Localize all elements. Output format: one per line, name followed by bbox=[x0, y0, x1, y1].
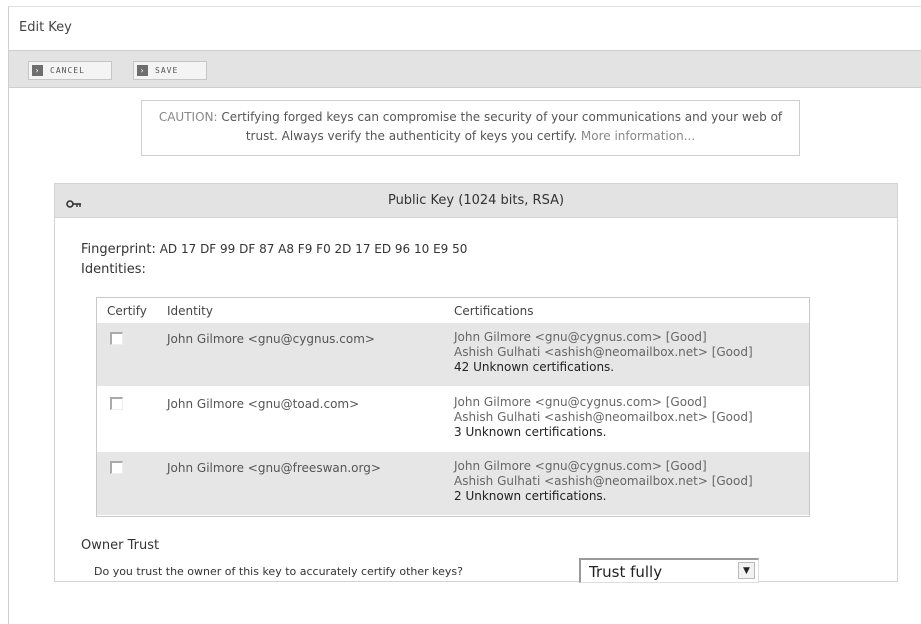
caution-notice: CAUTION: Certifying forged keys can comp… bbox=[141, 100, 800, 156]
identities-table: Certify Identity Certifications John Gil… bbox=[96, 297, 810, 517]
owner-trust-question: Do you trust the owner of this key to ac… bbox=[94, 565, 463, 578]
chevron-down-icon[interactable]: ▼ bbox=[738, 562, 755, 579]
certification: John Gilmore <gnu@cygnus.com> [Good] bbox=[454, 330, 707, 344]
certification: Ashish Gulhati <ashish@neomailbox.net> [… bbox=[454, 345, 753, 359]
certification: Ashish Gulhati <ashish@neomailbox.net> [… bbox=[454, 410, 753, 424]
certify-checkbox[interactable] bbox=[110, 332, 123, 345]
identity-cell: John Gilmore <gnu@cygnus.com> bbox=[167, 332, 375, 346]
identity-cell: John Gilmore <gnu@freeswan.org> bbox=[167, 461, 381, 475]
arrow-right-icon: › bbox=[32, 65, 43, 76]
certifications-cell: John Gilmore <gnu@cygnus.com> [Good] Ash… bbox=[454, 395, 753, 440]
certify-checkbox[interactable] bbox=[110, 461, 123, 474]
owner-trust-select[interactable]: Trust fully ▼ bbox=[579, 558, 759, 583]
more-information-link[interactable]: More information... bbox=[581, 129, 695, 143]
identities-label: Identities: bbox=[81, 262, 146, 277]
caution-prefix: CAUTION: bbox=[158, 110, 218, 124]
unknown-certifications: 42 Unknown certifications. bbox=[454, 360, 615, 374]
header-certify: Certify bbox=[107, 304, 147, 318]
unknown-certifications: 3 Unknown certifications. bbox=[454, 425, 607, 439]
table-row: John Gilmore <gnu@toad.com> John Gilmore… bbox=[97, 388, 809, 451]
owner-trust-selected: Trust fully bbox=[589, 563, 663, 581]
save-button-label: SAVE bbox=[155, 66, 179, 75]
fingerprint-value: AD 17 DF 99 DF 87 A8 F9 F0 2D 17 ED 96 1… bbox=[155, 242, 468, 256]
certification: John Gilmore <gnu@cygnus.com> [Good] bbox=[454, 395, 707, 409]
public-key-title: Public Key (1024 bits, RSA) bbox=[387, 193, 565, 208]
unknown-certifications: 2 Unknown certifications. bbox=[454, 489, 607, 503]
certification: Ashish Gulhati <ashish@neomailbox.net> [… bbox=[454, 474, 753, 488]
save-button[interactable]: › SAVE bbox=[133, 61, 207, 80]
toolbar: › CANCEL › SAVE bbox=[9, 50, 921, 88]
certifications-cell: John Gilmore <gnu@cygnus.com> [Good] Ash… bbox=[454, 330, 753, 375]
certifications-cell: John Gilmore <gnu@cygnus.com> [Good] Ash… bbox=[454, 459, 753, 504]
arrow-right-icon: › bbox=[137, 65, 148, 76]
page-title: Edit Key bbox=[19, 20, 72, 35]
fingerprint-label: Fingerprint: bbox=[81, 242, 156, 257]
public-key-header: Public Key (1024 bits, RSA) bbox=[55, 184, 897, 218]
owner-trust-heading: Owner Trust bbox=[81, 538, 160, 553]
cancel-button-label: CANCEL bbox=[50, 66, 85, 75]
caution-text: Certifying forged keys can compromise th… bbox=[217, 110, 783, 143]
table-row: John Gilmore <gnu@cygnus.com> John Gilmo… bbox=[97, 323, 809, 386]
cancel-button[interactable]: › CANCEL bbox=[28, 61, 112, 80]
certification: John Gilmore <gnu@cygnus.com> [Good] bbox=[454, 459, 707, 473]
header-identity: Identity bbox=[167, 304, 213, 318]
certify-checkbox[interactable] bbox=[110, 397, 123, 410]
identity-cell: John Gilmore <gnu@toad.com> bbox=[167, 397, 360, 411]
fingerprint: Fingerprint: AD 17 DF 99 DF 87 A8 F9 F0 … bbox=[81, 242, 467, 257]
header-certifications: Certifications bbox=[454, 304, 534, 318]
table-row: John Gilmore <gnu@freeswan.org> John Gil… bbox=[97, 452, 809, 515]
